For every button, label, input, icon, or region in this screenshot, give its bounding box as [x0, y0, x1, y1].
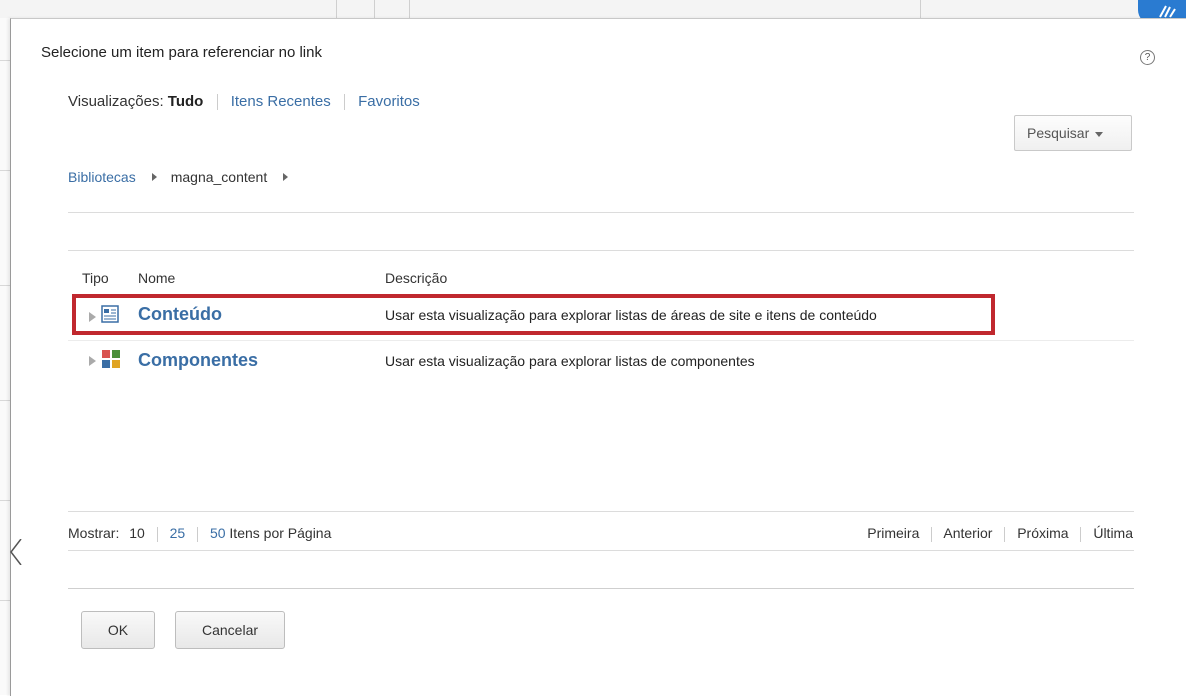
pagination: Primeira Anterior Próxima Última [867, 525, 1133, 542]
select-item-dialog: Selecione um item para referenciar no li… [10, 18, 1186, 696]
column-header-name: Nome [138, 270, 176, 286]
row-name-link[interactable]: Componentes [138, 350, 258, 371]
page-size-10-current: 10 [129, 525, 145, 541]
show-label: Mostrar: [68, 525, 120, 541]
breadcrumb-current[interactable]: magna_content [171, 169, 268, 185]
previous-page-link[interactable]: Anterior [943, 525, 992, 541]
breadcrumb-arrow-icon [151, 173, 157, 181]
logo-icon [1159, 5, 1176, 18]
page-size-50-link[interactable]: 50 [210, 525, 226, 541]
row-divider [68, 340, 1134, 341]
search-label: Pesquisar [1027, 125, 1090, 141]
cancel-button[interactable]: Cancelar [175, 611, 285, 649]
column-header-description: Descrição [385, 270, 448, 286]
views-bar: Visualizações: Tudo Itens Recentes Favor… [68, 93, 420, 111]
caret-down-icon [1095, 131, 1104, 137]
divider [68, 250, 1134, 251]
divider [68, 212, 1134, 213]
highlight-box [72, 294, 995, 335]
page-size-selector: Mostrar: 10 25 50 Itens por Página [68, 525, 331, 542]
background-toolbar [0, 0, 1186, 19]
callout-pointer [10, 539, 22, 565]
view-recent-items-link[interactable]: Itens Recentes [231, 93, 331, 110]
views-label: Visualizações: [68, 93, 164, 110]
first-page-link[interactable]: Primeira [867, 525, 919, 541]
page-size-25-link[interactable]: 25 [170, 525, 186, 541]
row-description: Usar esta visualização para explorar lis… [385, 353, 755, 369]
column-header-type: Tipo [82, 270, 109, 286]
ok-button[interactable]: OK [81, 611, 155, 649]
divider [68, 588, 1134, 589]
background-left-strip [0, 18, 10, 695]
view-favorites-link[interactable]: Favoritos [358, 93, 420, 110]
breadcrumb-arrow-icon [283, 173, 289, 181]
components-icon [102, 350, 120, 368]
breadcrumb-libraries-link[interactable]: Bibliotecas [68, 169, 136, 185]
breadcrumb: Bibliotecas magna_content [68, 169, 302, 185]
divider [68, 550, 1134, 551]
last-page-link[interactable]: Última [1093, 525, 1133, 541]
items-per-page-label: Itens por Página [229, 525, 332, 541]
help-icon[interactable]: ? [1140, 50, 1155, 65]
expand-arrow-icon[interactable] [89, 356, 96, 366]
search-dropdown-button[interactable]: Pesquisar [1014, 115, 1132, 151]
dialog-title: Selecione um item para referenciar no li… [41, 44, 322, 61]
divider [68, 511, 1134, 512]
next-page-link[interactable]: Próxima [1017, 525, 1068, 541]
view-all-current: Tudo [167, 93, 204, 110]
